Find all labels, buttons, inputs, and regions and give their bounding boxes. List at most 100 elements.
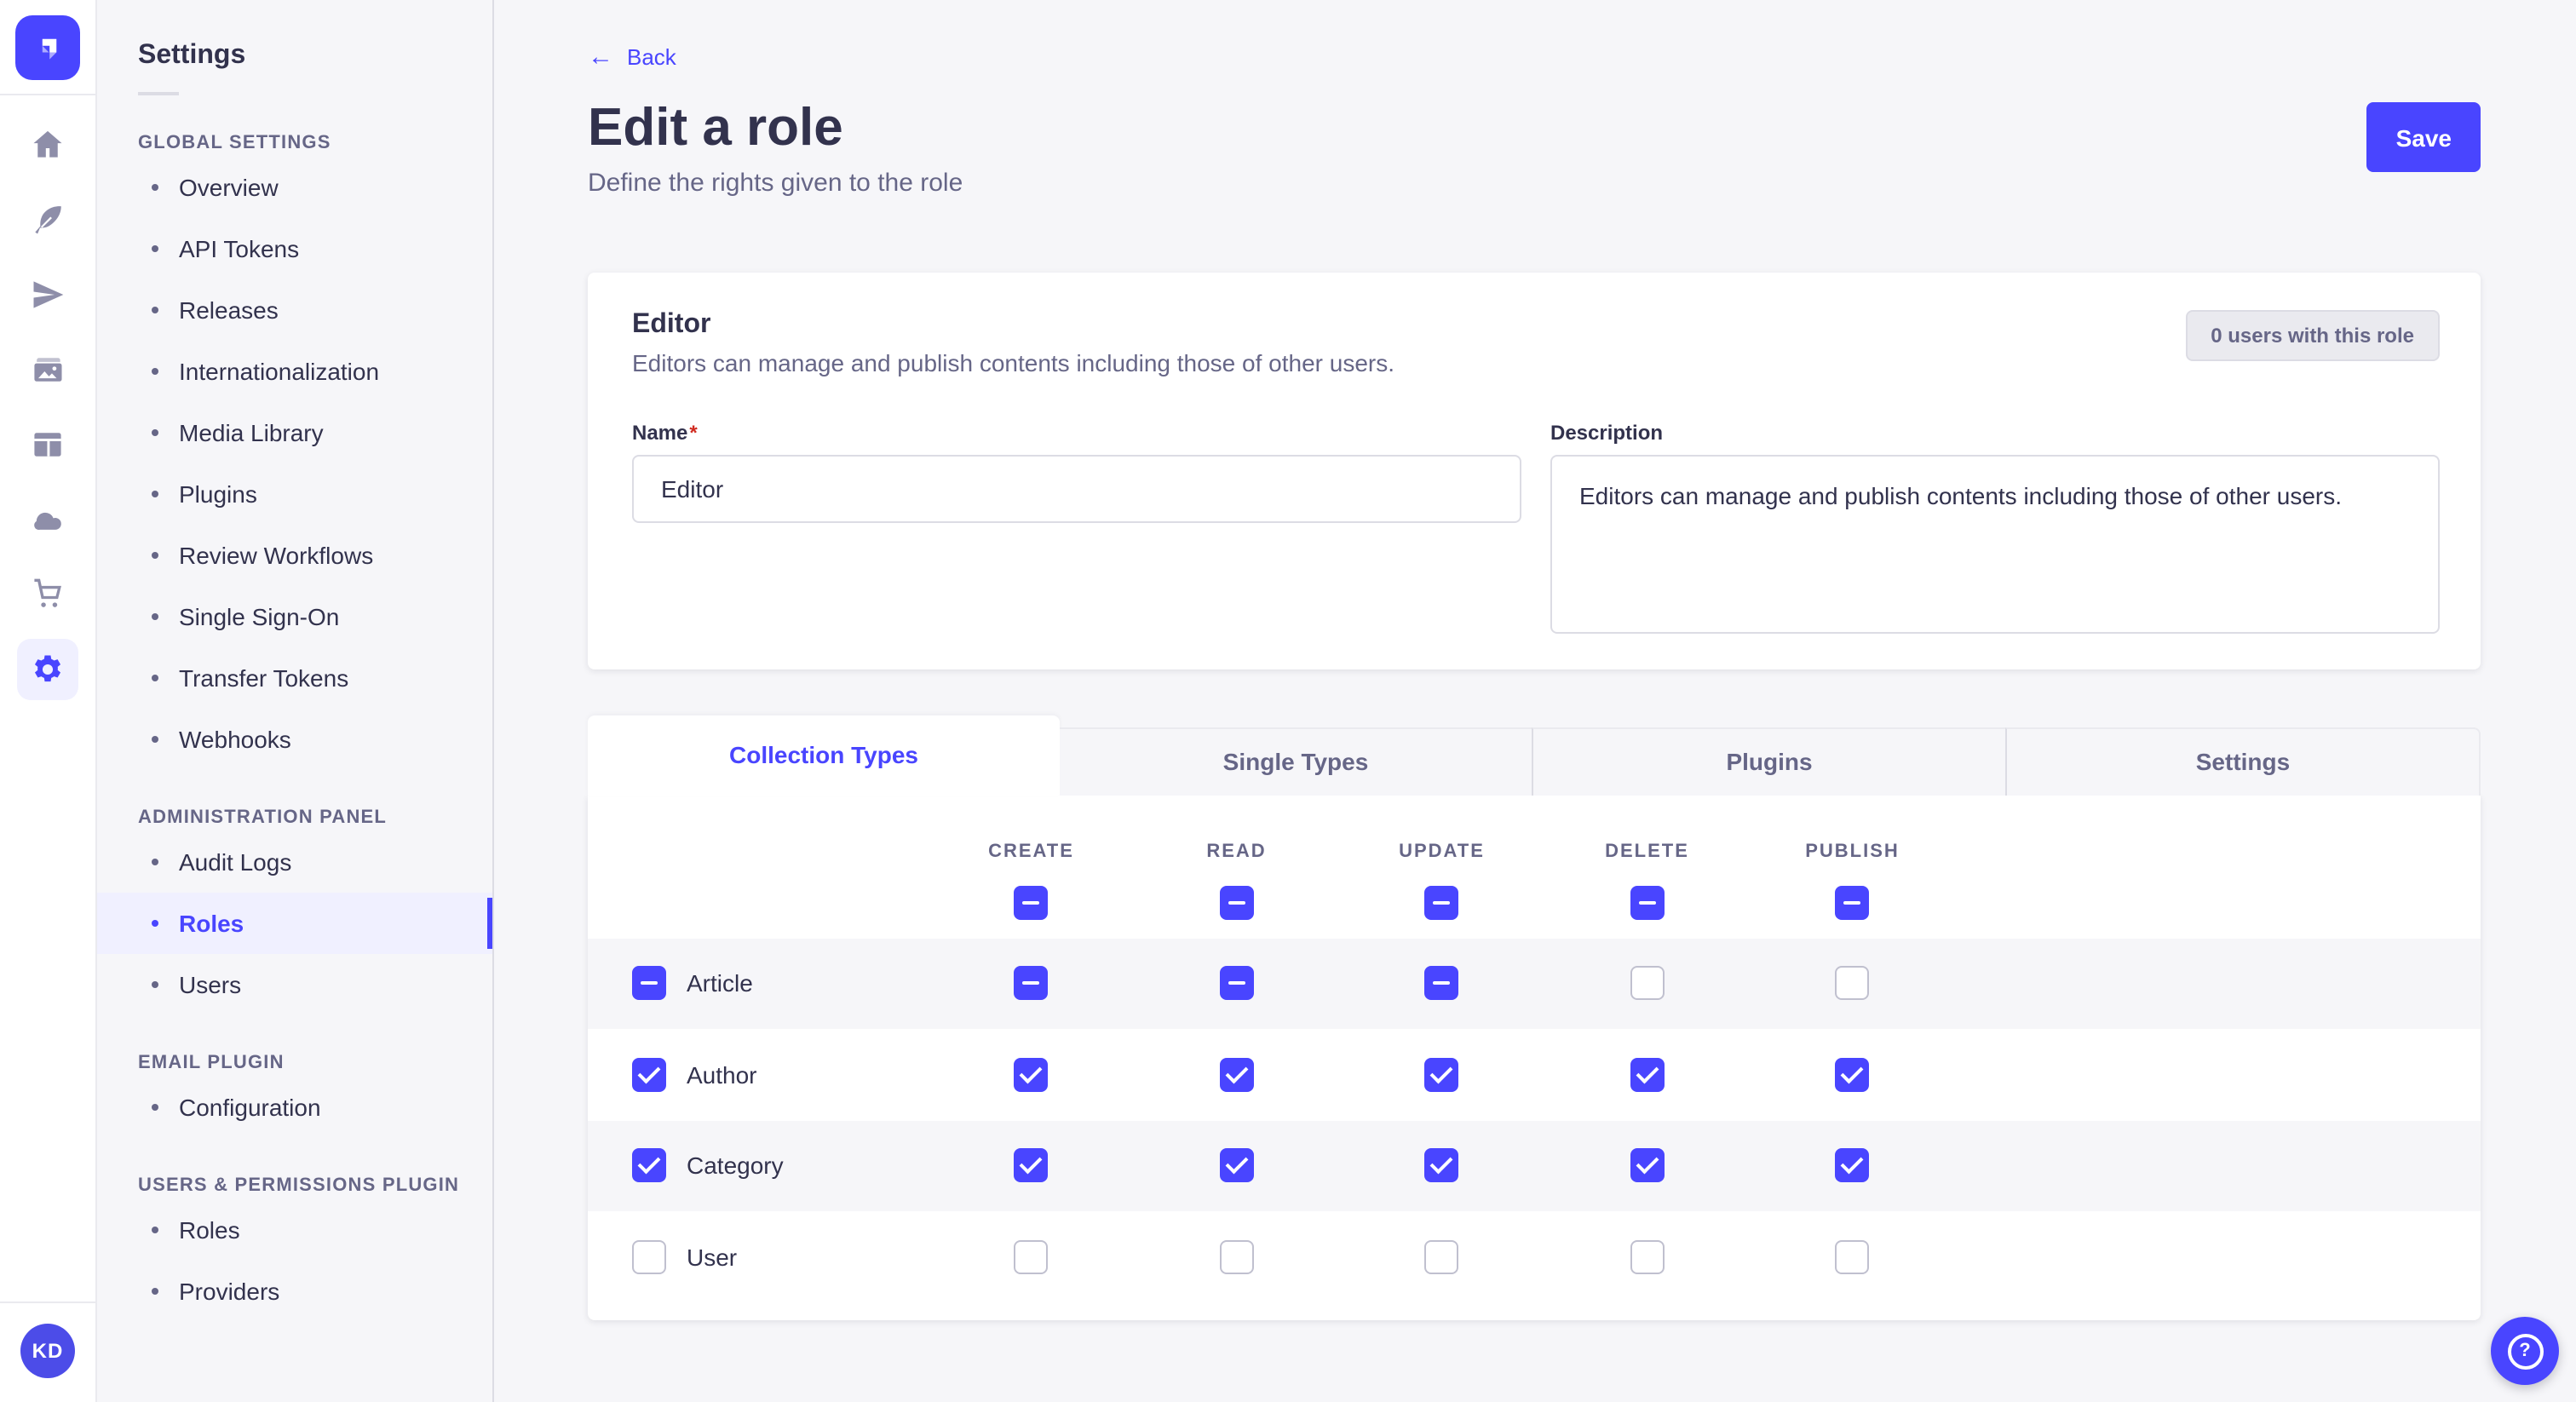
sidebar-item-up-roles[interactable]: Roles	[97, 1199, 492, 1261]
bullet-dot	[152, 307, 158, 313]
column-header-create: Create	[929, 841, 1134, 861]
sidebar-item-single-sign-on[interactable]: Single Sign-On	[97, 586, 492, 647]
master-checkbox-publish[interactable]	[1836, 885, 1870, 919]
feather-icon[interactable]	[27, 199, 68, 240]
role-name-heading: Editor	[632, 309, 1394, 340]
sidebar-item-configuration[interactable]: Configuration	[97, 1077, 492, 1138]
settings-sidebar: Settings GLOBAL SETTINGS Overview API To…	[97, 0, 494, 1402]
checkbox-category-read[interactable]	[1220, 1149, 1254, 1183]
bullet-dot	[152, 1227, 158, 1233]
section-administration-panel: ADMINISTRATION PANEL	[138, 807, 492, 828]
checkbox-category-create[interactable]	[1015, 1149, 1049, 1183]
checkbox-category-update[interactable]	[1425, 1149, 1459, 1183]
row-checkbox-user[interactable]	[632, 1240, 666, 1274]
bullet-dot	[152, 613, 158, 620]
sidebar-item-overview[interactable]: Overview	[97, 157, 492, 218]
gear-icon[interactable]	[17, 639, 78, 700]
checkbox-user-delete[interactable]	[1630, 1240, 1665, 1274]
checkbox-article-read[interactable]	[1220, 967, 1254, 1001]
section-users-permissions-plugin: USERS & PERMISSIONS PLUGIN	[138, 1175, 492, 1196]
name-label: Name*	[632, 420, 1521, 444]
row-checkbox-category[interactable]	[632, 1149, 666, 1183]
column-header-read: Read	[1134, 841, 1339, 861]
tab-settings[interactable]: Settings	[2005, 727, 2481, 795]
back-link[interactable]: ← Back	[588, 44, 676, 70]
cart-icon[interactable]	[27, 574, 68, 615]
master-checkbox-read[interactable]	[1220, 885, 1254, 919]
save-button[interactable]: Save	[2367, 102, 2481, 172]
row-label: User	[687, 1244, 737, 1271]
sidebar-item-internationalization[interactable]: Internationalization	[97, 341, 492, 402]
checkbox-article-update[interactable]	[1425, 967, 1459, 1001]
sidebar-item-review-workflows[interactable]: Review Workflows	[97, 525, 492, 586]
sidebar-item-webhooks[interactable]: Webhooks	[97, 709, 492, 770]
sidebar-item-label: Single Sign-On	[179, 603, 339, 630]
bullet-dot	[152, 491, 158, 497]
sidebar-item-label: Internationalization	[179, 358, 379, 385]
layout-icon[interactable]	[27, 424, 68, 465]
checkbox-user-publish[interactable]	[1836, 1240, 1870, 1274]
tab-plugins[interactable]: Plugins	[1532, 727, 2005, 795]
role-description-input[interactable]: Editors can manage and publish contents …	[1550, 454, 2440, 633]
checkbox-author-update[interactable]	[1425, 1058, 1459, 1092]
sidebar-item-audit-logs[interactable]: Audit Logs	[97, 831, 492, 893]
role-details-card: Editor Editors can manage and publish co…	[588, 272, 2481, 669]
name-field-group: Name*	[632, 420, 1521, 641]
description-label: Description	[1550, 420, 2440, 444]
sidebar-item-api-tokens[interactable]: API Tokens	[97, 218, 492, 279]
master-checkbox-create[interactable]	[1015, 885, 1049, 919]
rail-icon-list	[17, 95, 78, 690]
sidebar-title: Settings	[138, 41, 492, 72]
sidebar-item-roles-active[interactable]: Roles	[97, 893, 492, 954]
sidebar-item-users[interactable]: Users	[97, 954, 492, 1015]
checkbox-article-publish[interactable]	[1836, 967, 1870, 1001]
checkbox-user-read[interactable]	[1220, 1240, 1254, 1274]
sidebar-item-label: Transfer Tokens	[179, 664, 348, 692]
media-library-icon[interactable]	[27, 349, 68, 390]
checkbox-category-delete[interactable]	[1630, 1149, 1665, 1183]
tab-single-types[interactable]: Single Types	[1060, 727, 1532, 795]
permission-row-category: Category	[588, 1120, 2481, 1211]
master-checkbox-delete[interactable]	[1630, 885, 1665, 919]
help-button[interactable]: ?	[2491, 1317, 2559, 1385]
sidebar-item-media-library[interactable]: Media Library	[97, 402, 492, 463]
checkbox-user-update[interactable]	[1425, 1240, 1459, 1274]
checkbox-user-create[interactable]	[1015, 1240, 1049, 1274]
bullet-dot	[152, 675, 158, 681]
permission-row-article: Article	[588, 938, 2481, 1029]
checkbox-author-read[interactable]	[1220, 1058, 1254, 1092]
bullet-dot	[152, 429, 158, 436]
user-avatar[interactable]: KD	[20, 1324, 75, 1378]
row-checkbox-article[interactable]	[632, 967, 666, 1001]
row-checkbox-author[interactable]	[632, 1058, 666, 1092]
back-label: Back	[627, 44, 676, 70]
workspace-logo-box[interactable]	[0, 0, 95, 95]
sidebar-item-providers[interactable]: Providers	[97, 1261, 492, 1322]
checkbox-author-create[interactable]	[1015, 1058, 1049, 1092]
checkbox-author-delete[interactable]	[1630, 1058, 1665, 1092]
bullet-dot	[152, 981, 158, 988]
checkbox-article-create[interactable]	[1015, 967, 1049, 1001]
checkbox-article-delete[interactable]	[1630, 967, 1665, 1001]
cloud-icon[interactable]	[27, 499, 68, 540]
checkbox-category-publish[interactable]	[1836, 1149, 1870, 1183]
tab-collection-types[interactable]: Collection Types	[588, 715, 1060, 795]
sidebar-item-label: Users	[179, 971, 241, 998]
permissions-panel: Create Read Update Delete Publish Articl…	[588, 795, 2481, 1319]
home-icon[interactable]	[27, 124, 68, 165]
paper-plane-icon[interactable]	[27, 274, 68, 315]
column-header-delete: Delete	[1544, 841, 1750, 861]
sidebar-item-plugins[interactable]: Plugins	[97, 463, 492, 525]
page-header: Edit a role Define the rights given to t…	[588, 97, 2481, 197]
checkbox-author-publish[interactable]	[1836, 1058, 1870, 1092]
sidebar-item-label: Review Workflows	[179, 542, 373, 569]
sidebar-item-label: Plugins	[179, 480, 257, 508]
bullet-dot	[152, 184, 158, 191]
sidebar-item-releases[interactable]: Releases	[97, 279, 492, 341]
permission-row-author: Author	[588, 1029, 2481, 1120]
sidebar-item-label: Audit Logs	[179, 848, 291, 876]
sidebar-item-transfer-tokens[interactable]: Transfer Tokens	[97, 647, 492, 709]
row-label: Article	[687, 970, 753, 997]
master-checkbox-update[interactable]	[1425, 885, 1459, 919]
role-name-input[interactable]	[632, 454, 1521, 522]
